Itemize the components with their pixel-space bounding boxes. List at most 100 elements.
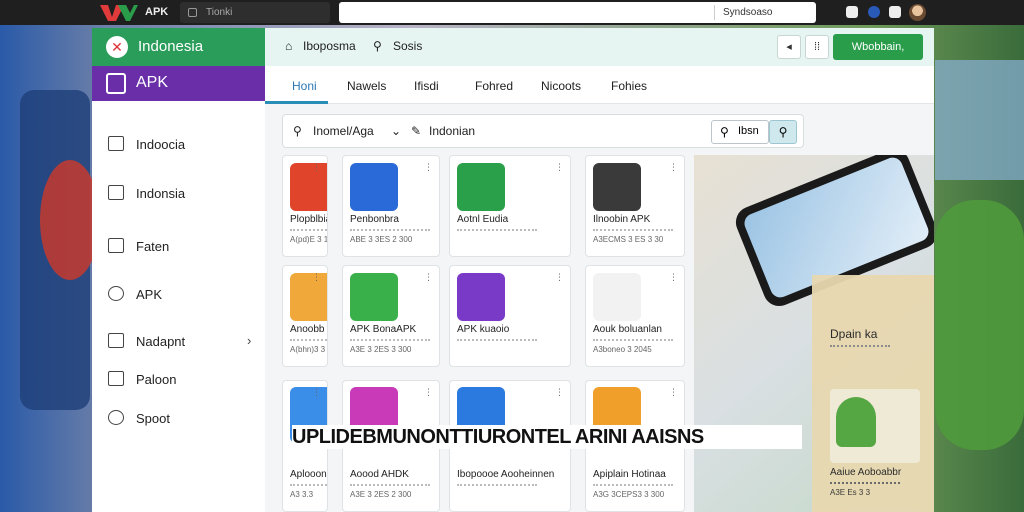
address-bar[interactable]: Syndsoaso xyxy=(339,2,816,23)
app-icon xyxy=(290,163,327,211)
app-name: Anoobb xyxy=(290,324,325,335)
promo-divider xyxy=(830,345,890,347)
primary-action-button[interactable]: Wbobbain, xyxy=(833,34,923,60)
app-rating-dots xyxy=(593,484,673,486)
app-card[interactable]: ⋮ Plopblbia A(pd)E 3 1 C xyxy=(282,155,328,257)
app-icon xyxy=(108,136,124,151)
sidebar-item-label: Faten xyxy=(136,239,170,254)
app-card[interactable]: ⋮ APK BonaAPK A3E 3 2ES 3 300 xyxy=(342,265,440,367)
tab-ifisdi[interactable]: Ifisdi xyxy=(414,79,439,93)
app-rating-dots xyxy=(457,484,537,486)
search-submit-button[interactable]: ⚲ xyxy=(769,120,797,144)
more-icon[interactable]: ⋮ xyxy=(555,272,564,283)
more-icon[interactable]: ⋮ xyxy=(555,162,564,173)
chevron-right-icon: › xyxy=(247,333,252,348)
app-rating-dots xyxy=(593,229,673,231)
app-rating-dots xyxy=(350,229,430,231)
blurred-shape-right xyxy=(935,60,1024,180)
home-icon[interactable] xyxy=(846,6,858,18)
tab-icon xyxy=(188,8,197,17)
sidebar-item-label: Nadapnt xyxy=(136,334,186,349)
sidebar-header-primary[interactable]: ✕ Indonesia xyxy=(92,28,265,66)
brand-logo-icon xyxy=(100,5,138,21)
tab-fohies[interactable]: Fohies xyxy=(611,79,647,93)
more-icon[interactable]: ⋮ xyxy=(424,162,433,173)
grid-icon[interactable]: ⁞⁞ xyxy=(805,35,829,59)
app-card[interactable]: ⋮ APK kuaoio xyxy=(449,265,571,367)
sidebar-item-label: Paloon xyxy=(136,372,177,387)
chevron-down-icon[interactable]: ⌄ xyxy=(391,124,401,138)
promo-banner[interactable]: Dpain ka Aaiue Aoboabbr A3E Es 3 3 xyxy=(694,155,934,512)
promo-app-divider xyxy=(830,482,900,484)
sidebar-item-label: APK xyxy=(136,287,163,302)
more-icon[interactable]: ⋮ xyxy=(669,162,678,173)
app-rating-dots xyxy=(290,339,327,341)
browser-tab[interactable]: Tionki xyxy=(180,2,330,23)
app-card[interactable]: ⋮ Aouk boluanlan A3boneo 3 2045 xyxy=(585,265,685,367)
more-icon[interactable]: ⋮ xyxy=(312,162,321,173)
app-icon xyxy=(350,163,398,211)
pen-icon: ✎ xyxy=(411,124,422,138)
app-card[interactable]: ⋮ Aotnl Eudia xyxy=(449,155,571,257)
android-app-icon[interactable] xyxy=(830,389,920,463)
sidebar-item-faten[interactable]: Faten xyxy=(92,231,265,261)
more-icon[interactable]: ⋮ xyxy=(424,272,433,283)
flag-icon: ✕ xyxy=(106,36,128,58)
sidebar-item-indonsia[interactable]: Indonsia xyxy=(92,178,265,208)
tab-nicoots[interactable]: Nicoots xyxy=(541,79,581,93)
home-link[interactable]: Iboposma xyxy=(303,39,356,53)
more-icon[interactable]: ⋮ xyxy=(312,272,321,283)
more-icon[interactable]: ⋮ xyxy=(312,387,321,398)
app-card[interactable]: ⋮ Anoobb A(bhn)3 3 xyxy=(282,265,328,367)
avatar[interactable] xyxy=(909,4,926,21)
brand-name: APK xyxy=(145,6,169,18)
search-icon: ⚲ xyxy=(720,125,729,139)
sidebar-header-primary-label: Indonesia xyxy=(138,38,204,55)
more-icon[interactable]: ⋮ xyxy=(555,387,564,398)
promo-panel: Dpain ka Aaiue Aoboabbr A3E Es 3 3 xyxy=(812,275,934,512)
search-button[interactable]: ⚲ Ibsn xyxy=(711,120,769,144)
app-rating-dots xyxy=(290,229,327,231)
tab-fohred[interactable]: Fohred xyxy=(475,79,513,93)
search-icon[interactable]: ⚲ xyxy=(373,39,382,53)
app-meta: A3boneo 3 2045 xyxy=(593,345,652,354)
sidebar-item-spoot[interactable]: Spoot xyxy=(92,403,265,433)
camera-icon[interactable] xyxy=(889,6,901,18)
sidebar-item-paloon[interactable]: Paloon xyxy=(92,364,265,394)
app-name: Ilnoobin APK xyxy=(593,214,651,225)
search-input[interactable]: Inomel/Aga xyxy=(313,124,374,138)
sidebar-item-apk[interactable]: APK xyxy=(92,279,265,309)
tab-home[interactable]: Honi xyxy=(292,79,317,93)
promo-app-meta: A3E Es 3 3 xyxy=(830,488,871,497)
content-header: ⌂ Iboposma ⚲ Sosis ◂ ⁞⁞ Wbobbain, xyxy=(265,28,934,66)
sidebar: ✕ Indonesia APK Indoocia Indonsia Faten … xyxy=(92,28,265,512)
more-icon[interactable]: ⋮ xyxy=(669,272,678,283)
app-icon xyxy=(457,163,505,211)
app-meta: A3G 3CEPS3 3 300 xyxy=(593,490,665,499)
app-meta: ABE 3 3ES 2 300 xyxy=(350,235,413,244)
sidebar-header-secondary[interactable]: APK xyxy=(92,66,265,101)
app-name: Aplooon xyxy=(290,469,327,480)
sidebar-item-nadapnt[interactable]: Nadapnt › xyxy=(92,326,265,356)
search-button-label: Ibsn xyxy=(738,125,759,137)
apk-icon xyxy=(106,73,126,94)
app-rating-dots xyxy=(593,339,673,341)
home-icon[interactable]: ⌂ xyxy=(285,39,292,53)
filter-select[interactable]: Indonian xyxy=(429,124,475,138)
more-icon[interactable]: ⋮ xyxy=(669,387,678,398)
sidebar-item-indoocia[interactable]: Indoocia xyxy=(92,129,265,159)
app-card[interactable]: ⋮ Penbonbra ABE 3 3ES 2 300 xyxy=(342,155,440,257)
profile-icon[interactable] xyxy=(868,6,880,18)
search-link[interactable]: Sosis xyxy=(393,39,422,53)
overlay-caption: UPLIDEBMUNONTTIURONTEL ARINI AAISNS xyxy=(292,425,802,449)
more-icon[interactable]: ⋮ xyxy=(424,387,433,398)
app-meta: A(bhn)3 3 xyxy=(290,345,326,354)
back-icon[interactable]: ◂ xyxy=(777,35,801,59)
app-name: Aoood AHDK xyxy=(350,469,409,480)
address-search-button[interactable]: Syndsoaso xyxy=(723,7,772,18)
app-icon xyxy=(290,273,327,321)
tab-nawels[interactable]: Nawels xyxy=(347,79,386,93)
app-card[interactable]: ⋮ Ilnoobin APK A3ECMS 3 ES 3 30 xyxy=(585,155,685,257)
app-meta: A(pd)E 3 1 C xyxy=(290,235,328,244)
blurred-logo-left xyxy=(40,160,100,280)
